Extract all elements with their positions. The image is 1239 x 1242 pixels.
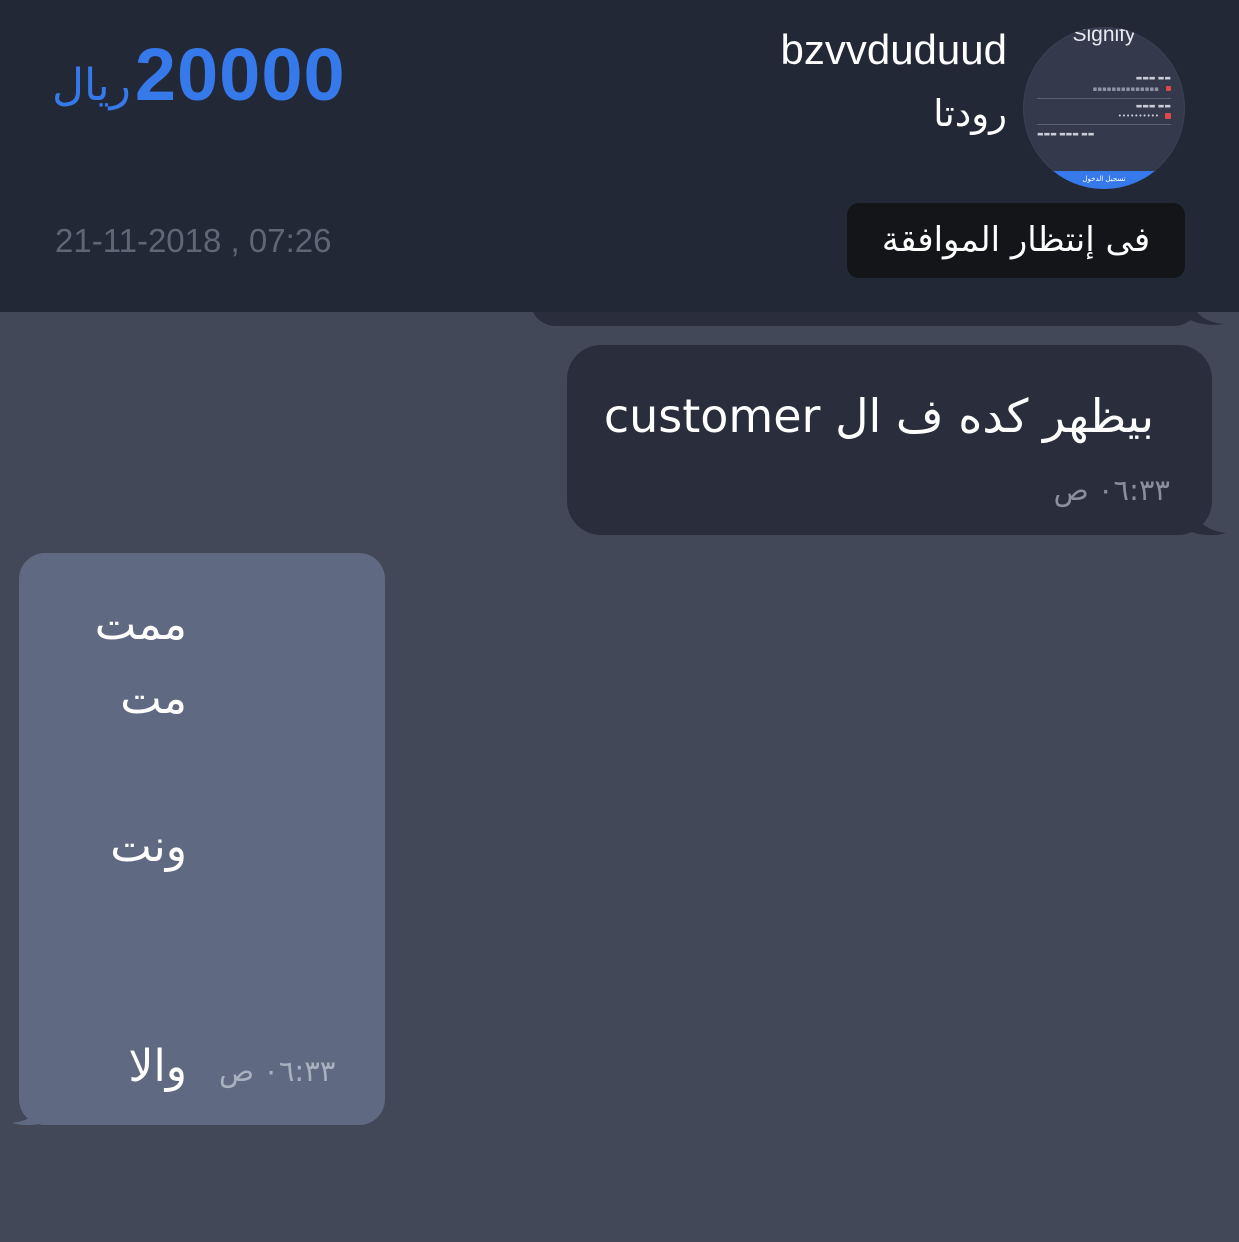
avatar-login-button: تسجيل الدخول xyxy=(1023,171,1185,189)
avatar-password-label: ▬▬▬ ▬▬ xyxy=(1135,102,1171,110)
incoming-message-bubble[interactable]: ممت مت ونت والا ٠٦:٣٣ ص xyxy=(19,553,385,1125)
avatar-password-dots: •••••••••• xyxy=(1117,112,1159,120)
message-line: والا xyxy=(128,1041,187,1092)
avatar-divider xyxy=(1037,124,1171,125)
outgoing-message-bubble[interactable]: بيظهر كده ف ال customer ٠٦:٣٣ ص xyxy=(567,345,1212,535)
avatar-email-value: ▪▪▪▪▪▪▪▪▪▪▪▪▪▪ xyxy=(1092,85,1159,93)
message-time: ٠٦:٣٣ ص xyxy=(219,1054,336,1088)
offer-header: ريال 20000 21-11-2018 , 07:26 bzvvduduud… xyxy=(0,0,1239,312)
price-currency: ريال xyxy=(52,60,131,111)
avatar-app-name: Signify xyxy=(1072,27,1136,46)
avatar[interactable]: Signify ▬▬▬ ▬▬ ▪▪▪▪▪▪▪▪▪▪▪▪▪▪ ▬▬▬ ▬▬ •••… xyxy=(1023,27,1185,189)
user-subtitle: رودتا xyxy=(933,92,1007,135)
price-amount: 20000 xyxy=(134,33,346,116)
message-line: ممت xyxy=(94,599,187,650)
message-line: ونت xyxy=(110,821,187,872)
message-time: ٠٦:٣٣ ص xyxy=(1053,473,1170,507)
mail-icon xyxy=(1166,86,1171,91)
offer-timestamp: 21-11-2018 , 07:26 xyxy=(55,222,332,259)
status-badge: فى إنتظار الموافقة xyxy=(847,203,1185,278)
avatar-email-label: ▬▬▬ ▬▬ xyxy=(1135,74,1171,82)
message-text: بيظهر كده ف ال customer xyxy=(603,389,1154,443)
message-line: مت xyxy=(120,673,187,724)
avatar-divider xyxy=(1037,98,1171,99)
avatar-forgot-link: ▬▬▬ ▬▬▬ ▬▬ xyxy=(1037,130,1095,138)
username[interactable]: bzvvduduud xyxy=(780,26,1007,74)
lock-icon xyxy=(1165,113,1171,119)
offer-price: ريال 20000 xyxy=(52,32,346,122)
bubble-tail-icon xyxy=(12,1090,50,1126)
chat-screen: ريال 20000 21-11-2018 , 07:26 bzvvduduud… xyxy=(0,0,1239,1242)
bubble-tail-icon xyxy=(1188,500,1226,536)
